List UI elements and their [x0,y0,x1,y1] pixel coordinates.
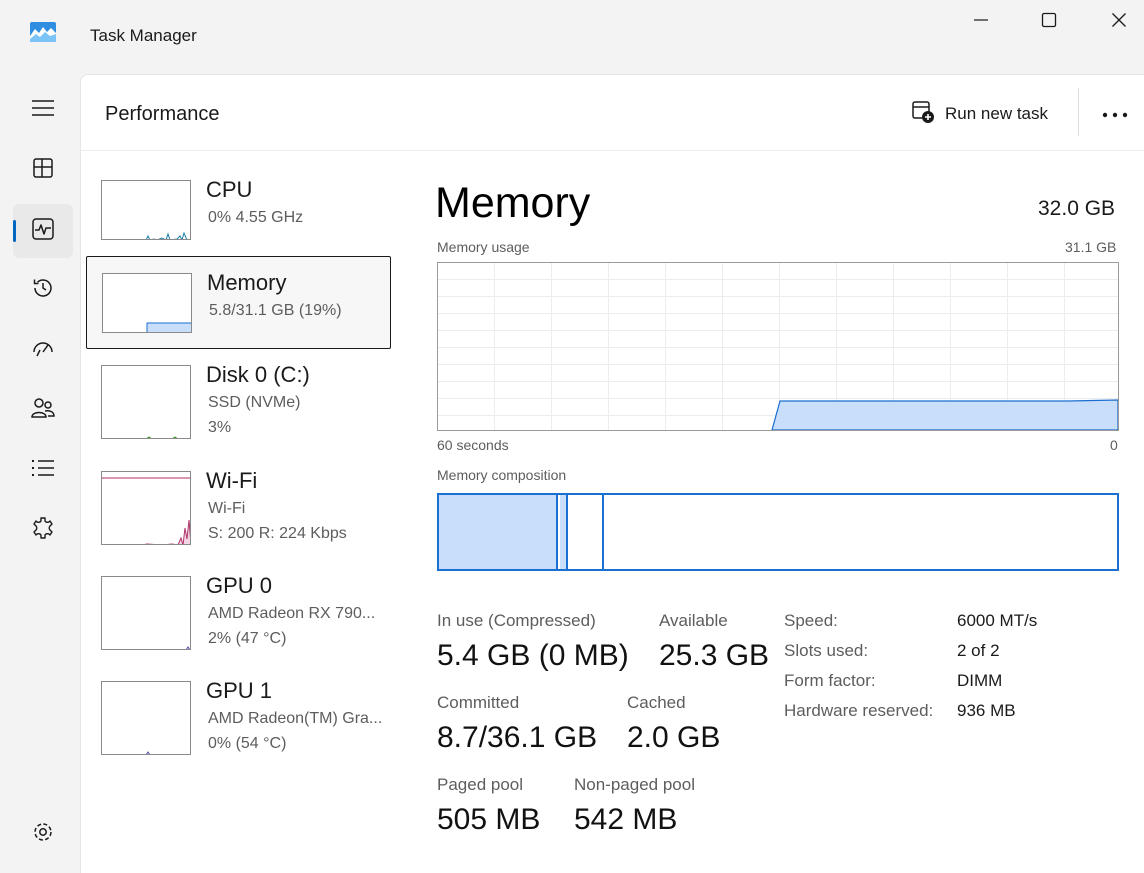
wifi-title: Wi-Fi [206,468,258,493]
gpu-1-model: AMD Radeon(TM) Gra... [208,710,383,727]
memory-detail-title: Memory [435,179,591,227]
minimize-icon [973,12,989,28]
page-header: Performance Run new task [81,75,1144,151]
committed-value: 8.7/36.1 GB [437,721,598,754]
slots-used-label: Slots used: [784,641,869,660]
nav-services-button[interactable] [13,503,73,557]
users-icon [30,396,56,425]
nav-performance-button[interactable] [13,204,73,258]
form-factor-value: DIMM [957,671,1003,690]
resource-item-disk-0[interactable]: Disk 0 (C:) SSD (NVMe) 3% [86,357,391,450]
hardware-reserved-value: 936 MB [957,701,1016,720]
maximize-icon [1041,12,1057,28]
details-icon [31,458,55,483]
nav-processes-button[interactable] [13,143,73,197]
title-bar: Task Manager [0,0,1144,74]
gpu-0-title: GPU 0 [206,573,273,598]
task-manager-app-icon [30,22,56,42]
startup-apps-icon [31,336,55,365]
services-icon [31,516,55,545]
run-new-task-icon [911,100,935,129]
gpu-1-usage-temp: 0% (54 °C) [208,735,287,752]
performance-icon [31,217,55,246]
nav-settings-button[interactable] [13,807,73,861]
disk-usage: 3% [208,419,232,436]
content-panel: Performance Run new task CPU 0% 4.55 GHz… [80,74,1144,873]
app-history-icon [31,276,55,305]
nav-users-button[interactable] [13,383,73,437]
resource-item-memory[interactable]: Memory 5.8/31.1 GB (19%) [86,256,391,349]
graph-axis-right-label: 0 [1110,437,1118,453]
cpu-thumbnail-graph [101,180,191,240]
cpu-title: CPU [206,177,253,202]
slots-used-value: 2 of 2 [957,641,1000,660]
composition-standby-segment [570,495,604,569]
gpu-0-thumbnail-graph [101,576,191,650]
non-paged-pool-value: 542 MB [574,803,678,836]
available-value: 25.3 GB [659,639,770,672]
form-factor-label: Form factor: [784,671,876,690]
header-divider [1078,88,1079,136]
gpu-0-usage-temp: 2% (47 °C) [208,630,287,647]
memory-composition-label: Memory composition [437,467,567,483]
disk-title: Disk 0 (C:) [206,362,310,387]
cpu-usage-speed: 0% 4.55 GHz [208,209,304,226]
minimize-button[interactable] [946,0,1016,40]
resource-item-gpu-0[interactable]: GPU 0 AMD Radeon RX 790... 2% (47 °C) [86,568,391,661]
memory-title: Memory [207,270,287,295]
wifi-throughput: S: 200 R: 224 Kbps [208,525,347,542]
settings-icon [31,820,55,849]
wifi-thumbnail-graph [101,471,191,545]
memory-usage-graph [437,262,1119,431]
cached-value: 2.0 GB [627,721,721,754]
gpu-1-title: GPU 1 [206,678,273,703]
maximize-button[interactable] [1014,0,1084,40]
processes-icon [32,157,54,184]
composition-modified-segment [560,495,568,569]
memory-composition-bar [437,493,1119,571]
resource-item-cpu[interactable]: CPU 0% 4.55 GHz [86,172,391,265]
nav-startup-apps-button[interactable] [13,323,73,377]
cached-label: Cached [627,693,686,712]
memory-usage-label: Memory usage [437,239,530,255]
nav-app-history-button[interactable] [13,263,73,317]
memory-total: 32.0 GB [1038,197,1116,220]
more-options-button[interactable] [1097,97,1133,131]
close-button[interactable] [1084,0,1144,40]
more-options-icon [1102,105,1128,123]
speed-value: 6000 MT/s [957,611,1038,630]
disk-type: SSD (NVMe) [208,394,301,411]
hamburger-menu-icon [31,98,55,123]
non-paged-pool-label: Non-paged pool [574,775,695,794]
memory-thumbnail-graph [102,273,192,333]
memory-usage-summary: 5.8/31.1 GB (19%) [209,302,342,319]
run-new-task-button[interactable]: Run new task [911,99,1048,129]
navigation-rail [0,74,80,873]
nav-menu-button[interactable] [13,83,73,137]
nav-details-button[interactable] [13,443,73,497]
hardware-reserved-label: Hardware reserved: [784,701,934,720]
close-icon [1111,12,1127,28]
paged-pool-value: 505 MB [437,803,541,836]
memory-usage-max: 31.1 GB [1065,239,1117,255]
paged-pool-label: Paged pool [437,775,524,794]
resource-item-wifi[interactable]: Wi-Fi Wi-Fi S: 200 R: 224 Kbps [86,463,391,556]
wifi-adapter-name: Wi-Fi [208,500,246,517]
page-title: Performance [105,103,220,125]
speed-label: Speed: [784,611,838,630]
in-use-value: 5.4 GB (0 MB) [437,639,629,672]
committed-label: Committed [437,693,520,712]
available-label: Available [659,611,728,630]
disk-thumbnail-graph [101,365,191,439]
gpu-1-thumbnail-graph [101,681,191,755]
run-new-task-label: Run new task [945,104,1048,123]
in-use-label: In use (Compressed) [437,611,596,630]
window-title: Task Manager [90,26,197,45]
graph-axis-left-label: 60 seconds [437,437,509,453]
resource-item-gpu-1[interactable]: GPU 1 AMD Radeon(TM) Gra... 0% (54 °C) [86,673,391,766]
gpu-0-model: AMD Radeon RX 790... [208,605,376,622]
composition-in-use-segment [439,495,558,569]
